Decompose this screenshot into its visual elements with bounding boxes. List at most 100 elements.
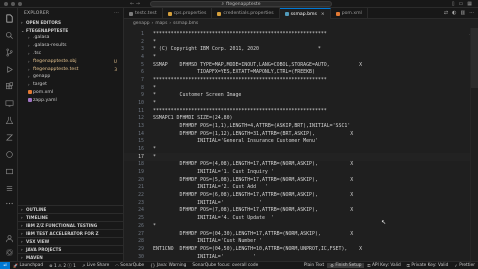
code-line[interactable]: 28 INITIAL='Cust Number ' bbox=[124, 237, 478, 245]
code-line[interactable]: 27 DFHMDF POS=(04,30),LENGTH=17,ATTRB=(N… bbox=[124, 230, 478, 238]
run-debug-icon[interactable] bbox=[4, 64, 14, 74]
status-item[interactable]: ✓ Prettier bbox=[451, 263, 478, 268]
code-line[interactable]: 22 DFHMDF POS=(6,08),LENGTH=17,ATTRB=(NO… bbox=[124, 191, 478, 199]
database-icon[interactable] bbox=[4, 166, 14, 176]
code-line[interactable]: 21 INITIAL='2. Cust Add ' bbox=[124, 184, 478, 192]
code-line[interactable]: 20 DFHMDF POS=(5,08),LENGTH=17,ATTRB=(NO… bbox=[124, 176, 478, 184]
status-item[interactable]: Plain Text bbox=[301, 263, 327, 268]
code-line[interactable]: 13 DFHMDF POS=(1,1),LENGTH=4,ATTRB=(ASKI… bbox=[124, 122, 478, 130]
tree-file[interactable]: pom.xml bbox=[18, 89, 123, 97]
editor-tab[interactable]: testc.test bbox=[124, 8, 163, 19]
zowe-icon[interactable] bbox=[4, 149, 14, 159]
toggle-panel-icon[interactable]: ▭ bbox=[459, 1, 464, 7]
customize-layout-icon[interactable]: ▦ bbox=[467, 1, 472, 7]
nav-arrows[interactable]: ← → bbox=[130, 1, 140, 7]
code-line[interactable]: 19 INITIAL='1. Cust Inquiry ' bbox=[124, 168, 478, 176]
editor-tab[interactable]: pom.xml bbox=[331, 8, 368, 19]
code-line[interactable]: 25 INITIAL='4. Cust Update ' bbox=[124, 214, 478, 222]
extensions-icon[interactable] bbox=[4, 81, 14, 91]
code-line[interactable]: 11 **************************************… bbox=[124, 107, 478, 115]
maximize-window-button[interactable] bbox=[18, 1, 22, 6]
sidebar-section[interactable]: › OUTLINE bbox=[18, 205, 124, 213]
editor-tab[interactable]: cps.properties bbox=[163, 8, 213, 19]
tree-folder[interactable]: › ftegenappteste.test 3 bbox=[18, 65, 123, 73]
minimap[interactable] bbox=[470, 28, 478, 261]
open-editors-section[interactable]: › OPEN EDITORS bbox=[18, 18, 123, 26]
editor-tab[interactable]: ssmap.bms × bbox=[279, 8, 331, 19]
code-line[interactable]: 5 SSMAP DFHMSD TYPE=MAP,MODE=INOUT,LANG=C… bbox=[124, 61, 478, 69]
code-line[interactable]: 3 * (C) Copyright IBM Corp. 2011, 2020 * bbox=[124, 45, 478, 53]
status-item[interactable]: {} Java: Warning bbox=[147, 263, 189, 268]
code-editor[interactable]: ··· 1***********************************… bbox=[124, 28, 478, 261]
source-control-icon[interactable] bbox=[4, 47, 14, 57]
code-line[interactable]: 4 * bbox=[124, 53, 478, 61]
status-item[interactable]: ⊗ 1 ⚠ 2 ⓘ 1 bbox=[46, 263, 79, 269]
status-item[interactable]: ◠ SonarQube bbox=[112, 263, 147, 268]
remote-explorer-icon[interactable] bbox=[4, 98, 14, 108]
code-line[interactable]: 8 * bbox=[124, 84, 478, 92]
status-item[interactable]: ⚙ Finish Setup bbox=[327, 263, 365, 268]
files-icon[interactable] bbox=[4, 13, 14, 23]
sidebar-section[interactable]: › TIMELINE bbox=[18, 213, 124, 221]
ibm-z-icon[interactable] bbox=[4, 132, 14, 142]
minimap-slider[interactable] bbox=[471, 28, 478, 88]
code-line[interactable]: 10 * bbox=[124, 99, 478, 107]
code-line[interactable]: 18 DFHMDF POS=(4,08),LENGTH=17,ATTRB=(NO… bbox=[124, 161, 478, 169]
tree-folder[interactable]: › ftegenappteste.obj U bbox=[18, 57, 123, 65]
sidebar-section[interactable]: › JAVA PROJECTS bbox=[18, 245, 124, 253]
code-line[interactable]: 29 ENT1CNO DFHMDF POS=(04,50),LENGTH=10,A… bbox=[124, 245, 478, 253]
sidebar-section[interactable]: › IBM Z/Z FUNCTIONAL TESTING bbox=[18, 221, 124, 229]
breadcrumb-item[interactable]: ssmap.bms bbox=[173, 21, 198, 26]
testing-icon[interactable] bbox=[4, 115, 14, 125]
more-actions-icon[interactable]: ··· bbox=[469, 10, 474, 16]
code-line[interactable]: 7 ***************************************… bbox=[124, 76, 478, 84]
account-icon[interactable] bbox=[4, 233, 14, 243]
status-item[interactable]: SonarQube focus: overall code bbox=[189, 263, 261, 268]
code-line[interactable]: 12 SSMAPC1 DFHMDI SIZE=(24,80) bbox=[124, 114, 478, 122]
remote-indicator-icon[interactable]: ⇌ bbox=[0, 261, 10, 269]
status-item[interactable]: ↗ Live Share bbox=[79, 263, 112, 268]
status-item[interactable]: ⚿ API Key: Valid bbox=[364, 263, 403, 268]
settings-gear-icon[interactable] bbox=[4, 247, 14, 257]
more-actions-icon[interactable]: ··· bbox=[114, 11, 119, 16]
compare-icon[interactable]: ⇄ bbox=[444, 10, 448, 16]
toggle-sidebar-icon[interactable]: ▯ bbox=[452, 1, 455, 7]
code-line[interactable]: 23 INITIAL=' ' bbox=[124, 199, 478, 207]
tree-file[interactable]: zapp.yaml bbox=[18, 96, 123, 104]
code-line[interactable]: 17 * bbox=[124, 152, 478, 161]
editor-tab[interactable]: credentials.properties bbox=[212, 8, 280, 19]
status-item[interactable]: 🚀 Launchpad bbox=[10, 263, 46, 268]
minimize-window-button[interactable] bbox=[11, 1, 15, 6]
endevor-icon[interactable] bbox=[4, 183, 14, 193]
code-line[interactable]: 9 * Customer Screen Image bbox=[124, 91, 478, 99]
close-window-button[interactable] bbox=[4, 1, 8, 6]
layout-controls[interactable]: ▯ ▭ ▦ bbox=[452, 1, 472, 7]
go-icon[interactable]: ◐ bbox=[452, 10, 456, 16]
ellipsis-icon[interactable] bbox=[4, 198, 14, 208]
code-line[interactable]: 30 INITIAL=' ' bbox=[124, 253, 478, 261]
editor-actions[interactable]: ⇄ ◐ ▥ ··· bbox=[444, 10, 474, 16]
search-icon[interactable] bbox=[4, 30, 14, 40]
code-line[interactable]: 6 TIOAPFX=YES,EXTATT=MAPONLY,CTRL=(FREEK… bbox=[124, 68, 478, 76]
code-line[interactable]: 14 DFHMDF POS=(1,12),LENGTH=31,ATTRB=(BR… bbox=[124, 130, 478, 138]
code-line[interactable]: 24 DFHMDF POS=(7,08),LENGTH=17,ATTRB=(NO… bbox=[124, 207, 478, 215]
code-line[interactable]: 15 INITIAL='General Insurance Customer M… bbox=[124, 138, 478, 146]
status-item[interactable]: ⚿ Private Key: Valid bbox=[404, 263, 452, 268]
command-center[interactable]: ⌕ ftegenappteste bbox=[150, 1, 332, 7]
code-line[interactable]: 16 * bbox=[124, 145, 478, 153]
tree-folder[interactable]: › .galasa-results bbox=[18, 42, 123, 50]
sidebar-section[interactable]: › MAVEN bbox=[18, 253, 124, 261]
breadcrumb-item[interactable]: maps bbox=[155, 21, 167, 26]
project-section[interactable]: ⌄ FTEGENAPPTESTE bbox=[18, 26, 123, 34]
sidebar-section[interactable]: › VSX VIEW bbox=[18, 237, 124, 245]
sidebar-section[interactable]: › IBM TEST ACCELERATOR FOR Z bbox=[18, 229, 124, 237]
window-controls[interactable] bbox=[4, 1, 22, 6]
tree-folder[interactable]: › genapp bbox=[18, 73, 123, 81]
code-line[interactable]: 26 * bbox=[124, 222, 478, 230]
split-editor-icon[interactable]: ▥ bbox=[460, 10, 465, 16]
code-line[interactable]: 2 * bbox=[124, 38, 478, 46]
breadcrumb-item[interactable]: genapp bbox=[133, 21, 150, 26]
code-line[interactable]: 1 ***************************************… bbox=[124, 30, 478, 38]
close-tab-icon[interactable]: × bbox=[321, 12, 325, 17]
tree-folder[interactable]: › .tsc bbox=[18, 50, 123, 58]
